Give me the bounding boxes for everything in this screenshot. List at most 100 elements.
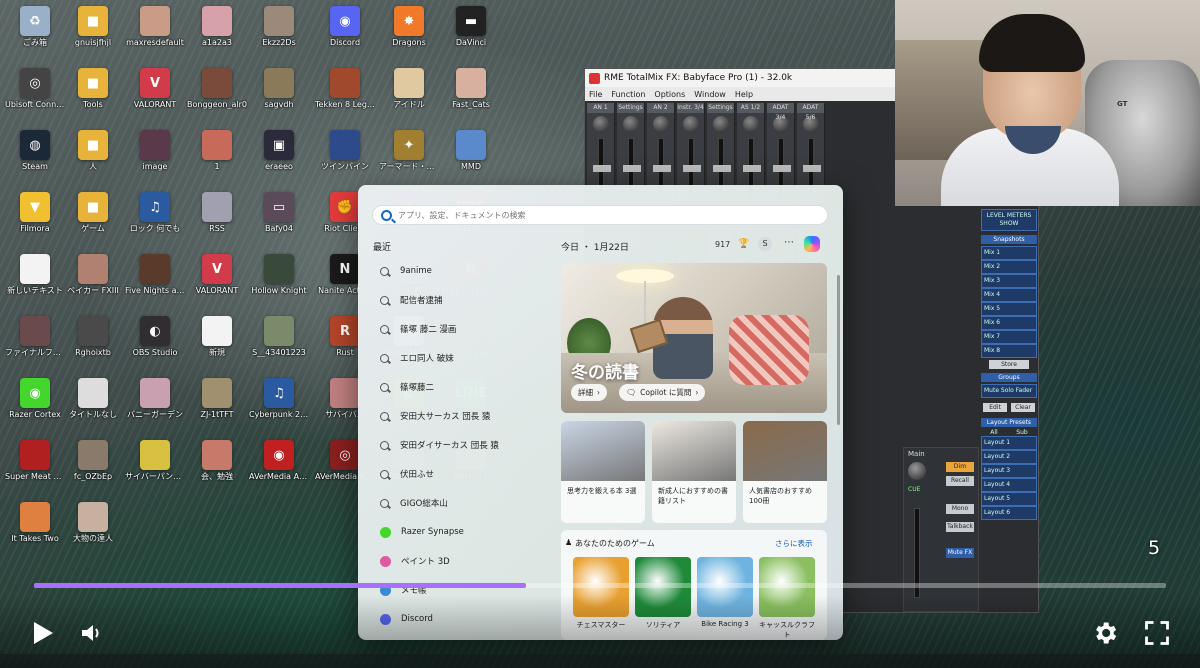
desktop-icon[interactable]: ▬ DaVinci: [440, 4, 502, 64]
desktop-icon[interactable]: ◉ Discord: [314, 4, 376, 64]
layout-item[interactable]: Layout 5: [981, 492, 1037, 506]
snapshot-item[interactable]: Mix 6: [981, 316, 1037, 330]
desktop-icon[interactable]: ▼ Filmora: [4, 190, 66, 250]
snapshot-item[interactable]: Mix 8: [981, 344, 1037, 358]
recent-search-item[interactable]: 9anime: [380, 261, 432, 281]
desktop-icon[interactable]: ベイカー FXIII: [62, 252, 124, 312]
gain-knob[interactable]: [592, 116, 609, 132]
start-search-box[interactable]: [372, 205, 828, 225]
dim-button[interactable]: Dim: [946, 462, 974, 472]
start-search-input[interactable]: [398, 210, 798, 220]
desktop-icon[interactable]: sagvdh: [248, 66, 310, 126]
desktop-icon[interactable]: バニーガーデン: [124, 376, 186, 436]
desktop-icon[interactable]: ✦ アーマード・コア: [378, 128, 440, 188]
desktop-icon[interactable]: a1a2a3: [186, 4, 248, 64]
news-card[interactable]: 思考力を鍛える本 3選: [561, 421, 645, 523]
layout-item[interactable]: Layout 6: [981, 506, 1037, 520]
volume-button[interactable]: [76, 618, 106, 648]
menu-file[interactable]: File: [589, 90, 602, 99]
desktop-icon[interactable]: V VALORANT: [186, 252, 248, 312]
desktop-icon[interactable]: MMD: [440, 128, 502, 188]
desktop-icon[interactable]: ◐ OBS Studio: [124, 314, 186, 374]
desktop-icon[interactable]: タイトルなし: [62, 376, 124, 436]
desktop-icon[interactable]: Tekken 8 Legend: [314, 66, 376, 126]
desktop-icon[interactable]: 大物の達人: [62, 500, 124, 560]
gain-knob[interactable]: [712, 116, 729, 132]
menu-function[interactable]: Function: [611, 90, 645, 99]
trophy-icon[interactable]: 🏆: [738, 239, 749, 249]
desktop-icon[interactable]: fc_OZbEp: [62, 438, 124, 498]
gain-knob[interactable]: [652, 116, 669, 132]
desktop-icon[interactable]: 新しいテキスト: [4, 252, 66, 312]
desktop-icon[interactable]: ファイナルファンタジー: [4, 314, 66, 374]
recent-search-item[interactable]: 伏田ふせ: [380, 464, 434, 484]
desktop-icon[interactable]: ツインバイン: [314, 128, 376, 188]
edit-button[interactable]: Edit: [983, 403, 1007, 412]
desktop-icon[interactable]: image: [124, 128, 186, 188]
desktop-icon[interactable]: ◍ Steam: [4, 128, 66, 188]
desktop-icon[interactable]: maxresdefault: [124, 4, 186, 64]
desktop-icon[interactable]: ■ Tools: [62, 66, 124, 126]
desktop-icon[interactable]: Rghoixtb: [62, 314, 124, 374]
main-volume-knob[interactable]: [908, 462, 926, 480]
desktop-icon[interactable]: Super Meat Boy: [4, 438, 66, 498]
desktop-icon[interactable]: ♻ ごみ箱: [4, 4, 66, 64]
desktop-icon[interactable]: It Takes Two: [4, 500, 66, 560]
recent-search-item[interactable]: エロ同人 破妹: [380, 348, 454, 368]
desktop-icon[interactable]: ZJ-1tTFT: [186, 376, 248, 436]
progress-bar[interactable]: [34, 583, 1166, 588]
desktop-icon[interactable]: ◉ AVerMedia Assist Central: [248, 438, 310, 498]
recent-search-item[interactable]: GIGO総本山: [380, 493, 448, 513]
snapshot-item[interactable]: Mix 7: [981, 330, 1037, 344]
menu-window[interactable]: Window: [694, 90, 726, 99]
desktop-icon[interactable]: RSS: [186, 190, 248, 250]
news-card[interactable]: 人気書店のおすすめ100冊: [743, 421, 827, 523]
desktop-icon[interactable]: ♫ Cyberpunk 2077 Bonus Content: [248, 376, 310, 436]
desktop-icon[interactable]: Ekzz2Ds: [248, 4, 310, 64]
more-options-icon[interactable]: ⋯: [784, 237, 794, 248]
desktop-icon[interactable]: ✸ Dragons: [378, 4, 440, 64]
desktop-icon[interactable]: 新規: [186, 314, 248, 374]
desktop-icon[interactable]: ▣ eraeeo: [248, 128, 310, 188]
recent-app-item[interactable]: Razer Synapse: [380, 522, 464, 542]
talkback-button[interactable]: Talkback: [946, 522, 974, 532]
sub-label[interactable]: Sub: [1016, 429, 1027, 436]
gain-knob[interactable]: [622, 116, 639, 132]
rewards-count[interactable]: 917: [715, 240, 730, 249]
gain-knob[interactable]: [682, 116, 699, 132]
hero-card[interactable]: 冬の読書 詳細 › 🗨 Copilot に質問 ›: [561, 263, 827, 413]
store-button[interactable]: Store: [989, 360, 1029, 369]
desktop-icon[interactable]: ◎ Ubisoft Connect: [4, 66, 66, 126]
fullscreen-button[interactable]: [1142, 618, 1172, 648]
desktop-icon[interactable]: Five Nights at Freddy's: [124, 252, 186, 312]
desktop-icon[interactable]: S__43401223: [248, 314, 310, 374]
desktop-icon[interactable]: サイバーパンク2077: [124, 438, 186, 498]
recent-search-item[interactable]: 篠塚 藤二 漫画: [380, 319, 456, 339]
play-button[interactable]: [28, 618, 58, 648]
layout-item[interactable]: Layout 4: [981, 478, 1037, 492]
snapshot-item[interactable]: Mix 3: [981, 274, 1037, 288]
news-card[interactable]: 新成人におすすめの書籍リスト: [652, 421, 736, 523]
ask-copilot-button[interactable]: 🗨 Copilot に質問 ›: [619, 384, 706, 401]
desktop-icon[interactable]: Fast_Cats: [440, 66, 502, 126]
mono-button[interactable]: Mono: [946, 504, 974, 514]
start-scrollbar[interactable]: [837, 275, 840, 425]
desktop-icon[interactable]: 1: [186, 128, 248, 188]
snapshot-item[interactable]: Mix 4: [981, 288, 1037, 302]
recent-search-item[interactable]: 安田ダイサーカス 団長 猿: [380, 435, 499, 455]
desktop-icon[interactable]: ■ ゲーム: [62, 190, 124, 250]
desktop-icon[interactable]: V VALORANT: [124, 66, 186, 126]
snapshot-item[interactable]: Mix 1: [981, 246, 1037, 260]
games-more-link[interactable]: さらに表示: [775, 538, 813, 549]
desktop-icon[interactable]: アイドル: [378, 66, 440, 126]
recent-search-item[interactable]: 配信者逮捕: [380, 290, 443, 310]
recent-app-item[interactable]: ペイント 3D: [380, 551, 450, 571]
settings-button[interactable]: [1090, 618, 1120, 648]
layout-item[interactable]: Layout 1: [981, 436, 1037, 450]
desktop-icon[interactable]: ■ 人: [62, 128, 124, 188]
gain-knob[interactable]: [742, 116, 759, 132]
desktop-icon[interactable]: ◉ Razer Cortex: [4, 376, 66, 436]
desktop-icon[interactable]: ♫ ロック 何でも: [124, 190, 186, 250]
desktop-icon[interactable]: 会、勉強: [186, 438, 248, 498]
menu-help[interactable]: Help: [735, 90, 753, 99]
